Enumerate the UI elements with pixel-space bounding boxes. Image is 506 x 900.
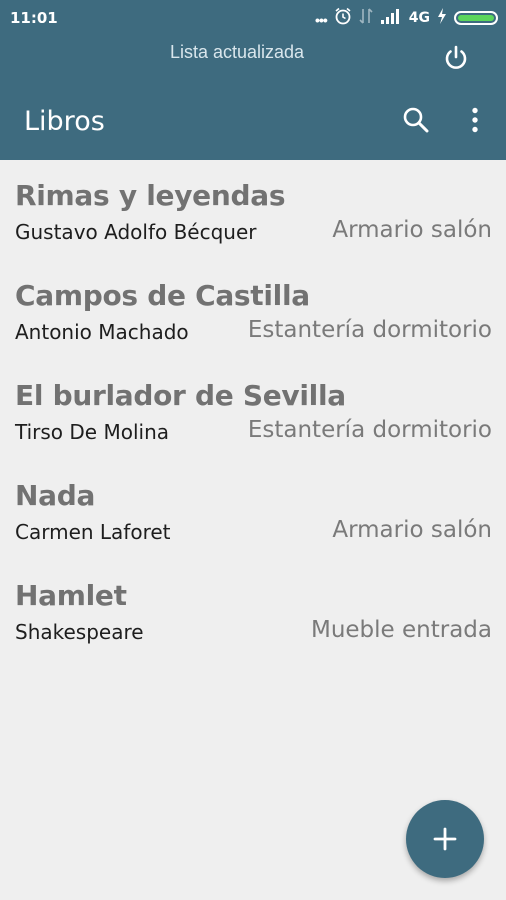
book-item[interactable]: Rimas y leyendas Gustavo Adolfo Bécquer … — [0, 160, 506, 260]
search-button[interactable] — [398, 102, 434, 138]
network-type: 4G — [408, 10, 430, 26]
plus-icon — [433, 827, 457, 851]
power-button[interactable] — [436, 38, 476, 78]
alarm-icon — [334, 7, 352, 30]
book-title: El burlador de Sevilla — [15, 379, 346, 412]
charging-icon — [437, 7, 447, 29]
book-author: Carmen Laforet — [15, 520, 171, 544]
overflow-menu-button[interactable] — [460, 102, 490, 138]
book-location: Armario salón — [332, 517, 492, 543]
book-title: Hamlet — [15, 579, 127, 612]
book-author: Tirso De Molina — [15, 420, 169, 444]
book-list: Rimas y leyendas Gustavo Adolfo Bécquer … — [0, 160, 506, 660]
add-book-button[interactable] — [406, 800, 484, 878]
data-icon — [359, 7, 373, 30]
book-title: Campos de Castilla — [15, 279, 310, 312]
book-item[interactable]: Campos de Castilla Antonio Machado Estan… — [0, 260, 506, 360]
book-location: Estantería dormitorio — [247, 417, 492, 443]
book-location: Estantería dormitorio — [247, 317, 492, 343]
book-item[interactable]: El burlador de Sevilla Tirso De Molina E… — [0, 360, 506, 460]
page-title: Libros — [24, 106, 105, 137]
status-icons: ••• 4G — [315, 7, 498, 29]
book-author: Gustavo Adolfo Bécquer — [15, 220, 257, 244]
book-location: Armario salón — [332, 217, 492, 243]
search-icon — [403, 107, 429, 133]
book-author: Shakespeare — [15, 620, 144, 644]
more-dots-icon: ••• — [315, 12, 328, 28]
book-item[interactable]: Hamlet Shakespeare Mueble entrada — [0, 560, 506, 660]
status-bar: 11:01 ••• 4G — [0, 0, 506, 36]
battery-icon — [454, 11, 498, 25]
more-vert-icon — [472, 107, 478, 133]
power-icon — [445, 45, 467, 69]
app-header: 11:01 ••• 4G Lista actualizada Libros — [0, 0, 506, 160]
book-author: Antonio Machado — [15, 320, 189, 344]
status-time: 11:01 — [10, 9, 58, 27]
book-title: Nada — [15, 479, 96, 512]
update-notice: Lista actualizada — [169, 42, 305, 62]
book-item[interactable]: Nada Carmen Laforet Armario salón — [0, 460, 506, 560]
book-title: Rimas y leyendas — [15, 179, 286, 212]
signal-icon — [380, 8, 402, 29]
book-location: Mueble entrada — [310, 617, 492, 643]
